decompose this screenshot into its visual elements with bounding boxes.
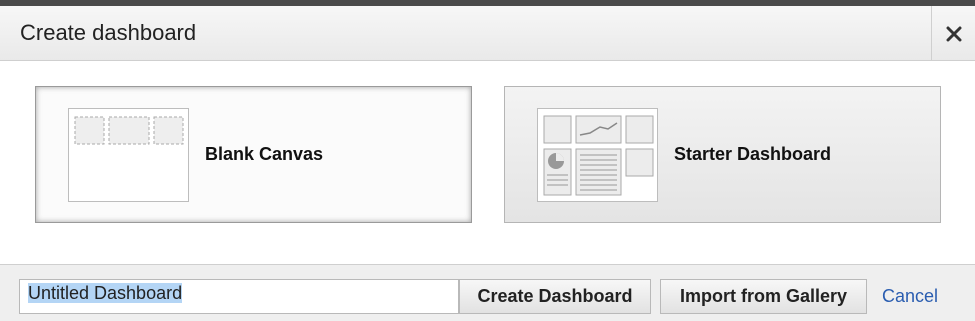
create-dashboard-button[interactable]: Create Dashboard (459, 279, 651, 314)
close-button[interactable] (931, 6, 975, 61)
starter-dashboard-thumbnail-icon (537, 108, 658, 202)
starter-dashboard-option[interactable]: Starter Dashboard (504, 86, 941, 223)
cancel-link[interactable]: Cancel (882, 286, 938, 307)
dashboard-name-value: Untitled Dashboard (28, 283, 183, 303)
import-from-gallery-button[interactable]: Import from Gallery (660, 279, 867, 314)
blank-canvas-label: Blank Canvas (205, 144, 324, 164)
starter-dashboard-label: Starter Dashboard (674, 144, 832, 164)
dialog-footer: Untitled Dashboard Create Dashboard Impo… (0, 264, 975, 321)
blank-canvas-thumbnail-icon (68, 108, 189, 202)
dashboard-name-input[interactable]: Untitled Dashboard (19, 279, 459, 314)
close-icon (946, 26, 961, 41)
dialog-header: Create dashboard (0, 6, 975, 61)
dialog-title: Create dashboard (20, 20, 197, 45)
blank-canvas-option[interactable]: Blank Canvas (35, 86, 472, 223)
